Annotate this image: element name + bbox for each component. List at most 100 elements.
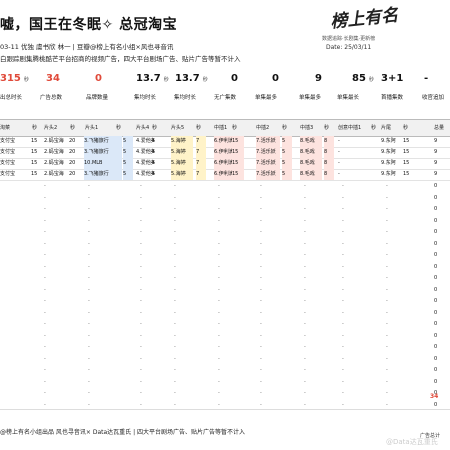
cell-total: 9 [434, 149, 438, 155]
empty-cell: - [218, 321, 220, 327]
empty-cell: - [260, 183, 262, 189]
empty-cell: - [88, 252, 90, 258]
empty-cell: - [342, 309, 344, 316]
cell-brand: 支付宝 [0, 138, 16, 144]
cell-end: 9.东阿 [381, 171, 396, 177]
empty-cell: - [44, 183, 46, 189]
empty-cell: - [88, 332, 90, 339]
empty-cell: - [386, 217, 388, 224]
empty-cell: - [304, 332, 306, 339]
cell-s5: 15 [232, 136, 244, 147]
row-total: 0 [434, 321, 438, 327]
empty-cell: - [304, 206, 306, 212]
empty-row: - - - - - - - - - 0 [0, 285, 450, 296]
cell-s4: 7 [196, 136, 206, 147]
cell-s5: 15 [232, 158, 244, 169]
empty-cell: - [386, 194, 388, 201]
empty-cell: - [218, 240, 220, 247]
empty-cell: - [218, 275, 220, 281]
empty-cell: - [140, 240, 142, 247]
empty-cell: - [44, 286, 46, 293]
cell-end: 9.东阿 [381, 160, 396, 166]
empty-cell: - [386, 229, 388, 235]
empty-row: - - - - - - - - - 0 [0, 216, 450, 227]
empty-cell: - [218, 252, 220, 258]
stat-unit: 秒 [368, 77, 374, 83]
empty-row: - - - - - - - - - 0 [0, 239, 450, 250]
table-header-cell: 秒 [403, 125, 409, 131]
cell-s9: 15 [403, 171, 410, 177]
empty-cell: - [140, 252, 142, 258]
cell-m3: 8.毛戏 [300, 158, 322, 169]
empty-cell: - [140, 183, 142, 189]
page: 嘘，国王在冬眠✧ 总冠淘宝 03-11 优独 虞书欣 林一 | 豆瓣@榜上有名小… [0, 0, 450, 450]
cell-s5: 15 [232, 147, 244, 158]
empty-cell: - [260, 206, 262, 212]
empty-cell: - [342, 217, 344, 224]
empty-cell: - [174, 378, 176, 385]
cell-brand: 支付宝 [0, 171, 16, 177]
empty-cell: - [260, 401, 262, 408]
stat-label: 出总时长 [0, 95, 23, 101]
empty-cell: - [140, 401, 142, 408]
cell-s2: 5 [123, 158, 133, 169]
empty-cell: - [304, 298, 306, 304]
stat-number: 13.7 [136, 73, 161, 84]
empty-cell: - [88, 229, 90, 235]
cell-s9: 15 [403, 149, 410, 155]
empty-cell: - [260, 355, 262, 362]
cell-m3: 8.毛戏 [300, 136, 322, 147]
empty-cell: - [304, 355, 306, 362]
empty-cell: - [88, 355, 90, 362]
row-total: 0 [434, 194, 438, 201]
table-header-cell: 秒 [232, 125, 238, 131]
meta-line-1: 03-11 优独 虞书欣 林一 | 豆瓣@榜上有名小组×风也寻音讯 [0, 43, 174, 51]
stat-number: 315 [0, 73, 21, 84]
cell-p1: 10.MLB [84, 158, 122, 169]
empty-cell: - [140, 378, 142, 385]
cell-s0: 15 [31, 171, 38, 177]
cell-m2: 7.活乐妖 [256, 147, 280, 158]
empty-cell: - [304, 252, 306, 258]
empty-cell: - [140, 275, 142, 281]
cell-p1: 3.飞猪旅行 [84, 169, 122, 180]
empty-cell: - [342, 286, 344, 293]
cell-m2: 7.活乐妖 [256, 169, 280, 180]
cell-s4: 7 [196, 158, 206, 169]
cell-s4: 7 [196, 169, 206, 180]
empty-cell: - [304, 240, 306, 247]
empty-row: - - - - - - - - - 0 [0, 377, 450, 388]
cell-s1: 20 [69, 171, 76, 177]
cell-s3: 5 [152, 171, 156, 177]
cell-s9: 15 [403, 138, 410, 144]
empty-cell: - [260, 367, 262, 373]
empty-cell: - [218, 229, 220, 235]
empty-cell: - [386, 206, 388, 212]
empty-row: - - - - - - - - - 0 [0, 331, 450, 342]
empty-cell: - [342, 321, 344, 327]
stat-value: 85 秒 [352, 73, 374, 84]
empty-cell: - [44, 367, 46, 373]
empty-cell: - [218, 217, 220, 224]
report-header: 嘘，国王在冬眠✧ 总冠淘宝 03-11 优独 虞书欣 林一 | 豆瓣@榜上有名小… [0, 0, 450, 74]
empty-cell: - [44, 344, 46, 350]
cell-p5: 5.海婷 [171, 136, 193, 147]
empty-row: - - - - - - - - - 0 [0, 308, 450, 319]
table-header-cell: 秒 [282, 125, 288, 131]
cell-total: 9 [434, 160, 438, 166]
empty-cell: - [386, 390, 388, 396]
empty-cell: - [174, 217, 176, 224]
cell-s0: 15 [31, 160, 38, 166]
empty-cell: - [140, 321, 142, 327]
cell-m2: 7.活乐妖 [256, 136, 280, 147]
row-total: 0 [434, 275, 438, 281]
stat-label: 广告总数 [40, 95, 63, 101]
table-header: 淘菜秒片头2 秒片头1 秒片头4 秒片头5 秒中插1 秒中插2 秒中插3 秒创意中插1 秒片尾秒… [0, 119, 450, 137]
empty-cell: - [304, 263, 306, 270]
table-header-cell: 中插1 [214, 125, 228, 131]
row-total: 0 [434, 206, 438, 212]
table-header-cell: 片头2 [44, 125, 58, 131]
empty-cell: - [174, 332, 176, 339]
empty-cell: - [386, 263, 388, 270]
cell-brand: 支付宝 [0, 160, 16, 166]
